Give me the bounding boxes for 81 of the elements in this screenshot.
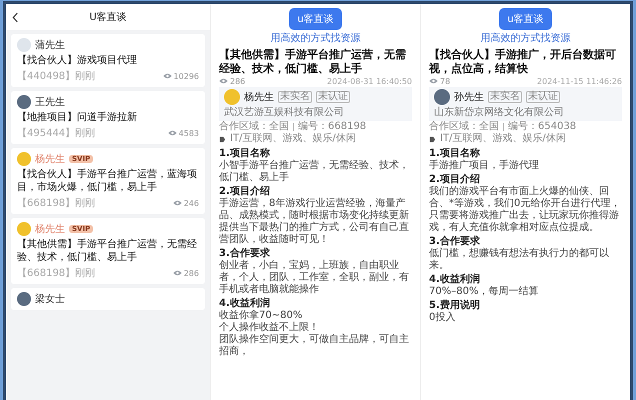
section-heading: 1.项目名称 <box>219 148 271 160</box>
section-text: 创业者，小白，宝妈，上班族，自由职业者，个人，团队，工作室，全职，副业，有手机或者电脑就能操作 <box>219 260 410 296</box>
company-name: 武汉艺游互娱科技有限公司 <box>224 106 345 118</box>
avatar-circle <box>17 38 31 52</box>
section-heading: 1.项目名称 <box>429 148 481 160</box>
post-date: 2024-11-15 11:46:26 <box>537 76 622 86</box>
app-logo: u客直谈 <box>289 8 342 30</box>
eye-icon <box>168 130 177 136</box>
post-card[interactable]: 王先生 【地推项目】问道手游拉新 【495444】刚刚 4583 <box>11 91 205 144</box>
eye-icon <box>162 73 172 79</box>
avatar-photo-placeholder <box>17 292 31 306</box>
verification-badge: 未认证 <box>526 90 560 102</box>
avatar-photo-placeholder <box>17 95 31 109</box>
user-name: 杨先生 <box>35 152 65 166</box>
verification-badge: 未实名 <box>488 90 522 102</box>
post-date: 2024-08-31 16:40:50 <box>327 76 412 86</box>
post-code: 【668198】刚刚 <box>17 266 96 280</box>
avatar-circle <box>17 222 31 236</box>
verification-badge: 未实名 <box>278 90 312 102</box>
section-text: 个人操作收益不上限！ <box>219 322 320 334</box>
section-text: 团队操作空间更大，可做自主品牌，可自主招商， <box>219 334 410 358</box>
section-heading: 3.合作要求 <box>429 236 481 248</box>
post-title: 【找合伙人】手游推广，开后台数据可视，点位高，结算快 <box>429 48 617 76</box>
view-count: 286 <box>230 76 246 86</box>
avatar-circle <box>17 152 31 166</box>
company-name: 山东新岱京网络文化有限公司 <box>434 106 565 118</box>
verification-badge: 未认证 <box>316 90 350 102</box>
avatar-circle <box>224 88 240 104</box>
user-name: 王先生 <box>35 96 65 109</box>
slogan-text: 用高效的方式找资源 <box>480 32 572 45</box>
post-number: 编号：654038 <box>508 120 576 132</box>
post-title: 【地推项目】问道手游拉新 <box>17 111 138 124</box>
post-code: 【668198】刚刚 <box>17 196 96 210</box>
region-text: 合作区域：全国 <box>429 120 499 133</box>
region-text: 合作区域：全国 <box>219 120 289 133</box>
section-text: 手游运营，8年游戏行业运营经验，海量产品、成熟模式，随时根据市场变化持续更新提供当下最热门的推广方式，公司有自己直营团队，收益随时可见！ <box>219 198 410 246</box>
post-card[interactable]: 梁女士 <box>11 288 205 310</box>
tag-icon <box>429 136 436 143</box>
section-text: 70%–80%，每周一结算 <box>429 286 540 298</box>
author-name: 孙先生 <box>454 90 484 104</box>
category-tags: IT/互联网、游戏、娱乐/休闲 <box>440 133 566 146</box>
eye-icon <box>219 78 228 84</box>
view-count: 246 <box>184 198 199 208</box>
view-count: 10296 <box>174 72 199 80</box>
section-heading: 2.项目介绍 <box>429 174 481 186</box>
section-heading: 3.合作要求 <box>219 248 271 260</box>
eye-icon <box>429 78 438 84</box>
user-name: 梁女士 <box>35 292 65 306</box>
post-code: 【495444】刚刚 <box>17 126 96 140</box>
section-heading: 2.项目介绍 <box>219 186 271 198</box>
section-text: 小智手游平台推广运营，无需经验、技术，低门槛、易上手 <box>219 160 410 184</box>
user-name: 杨先生 <box>35 222 65 236</box>
eye-icon <box>172 270 182 276</box>
tag-icon <box>219 136 226 143</box>
back-icon[interactable] <box>12 12 19 22</box>
user-name: 蒲先生 <box>35 38 65 52</box>
section-text: 低门槛，想赚钱有想法有执行力的都可以来。 <box>429 248 610 272</box>
app-logo: u客直谈 <box>499 8 552 30</box>
post-title: 【其他供需】手游平台推广运营，无需经验、技术，低门槛、易上手 <box>17 238 198 264</box>
post-card[interactable]: 蒲先生 【找合伙人】游戏项目代理 【440498】刚刚 10296 <box>11 34 205 87</box>
avatar-photo-placeholder <box>434 88 450 104</box>
section-heading: 4.收益利润 <box>219 298 271 310</box>
section-heading: 4.收益利润 <box>429 274 481 286</box>
post-title: 【找合伙人】手游平台推广运营，蓝海项目，市场火爆，低门槛，易上手 <box>17 168 198 194</box>
post-code: 【440498】刚刚 <box>17 70 96 83</box>
author-name: 杨先生 <box>244 90 274 104</box>
slogan-text: 用高效的方式找资源 <box>270 32 362 45</box>
page-title: U客直谈 <box>88 10 128 24</box>
section-text: 手游推广项目，手游代理 <box>429 160 540 172</box>
post-title: 【找合伙人】游戏项目代理 <box>17 54 138 67</box>
view-count: 286 <box>184 268 199 278</box>
section-text: 我们的游戏平台有市面上火爆的仙侠、回合、*等游戏，我们0元给你开台进行代理，只需要将游戏推广出去，让玩家玩你推得游戏，有人充值你就拿相对应点位提成。 <box>429 186 622 234</box>
section-text: 0投入 <box>429 312 456 324</box>
section-text: 收益你拿70~80% <box>219 310 304 322</box>
post-number: 编号：668198 <box>298 120 366 132</box>
view-count: 78 <box>440 76 450 86</box>
eye-icon <box>172 200 182 206</box>
category-tags: IT/互联网、游戏、娱乐/休闲 <box>230 133 356 146</box>
section-heading: 5.费用说明 <box>429 300 481 312</box>
view-count: 4583 <box>178 128 199 138</box>
post-title: 【其他供需】手游平台推广运营，无需经验、技术，低门槛、易上手 <box>219 48 407 76</box>
